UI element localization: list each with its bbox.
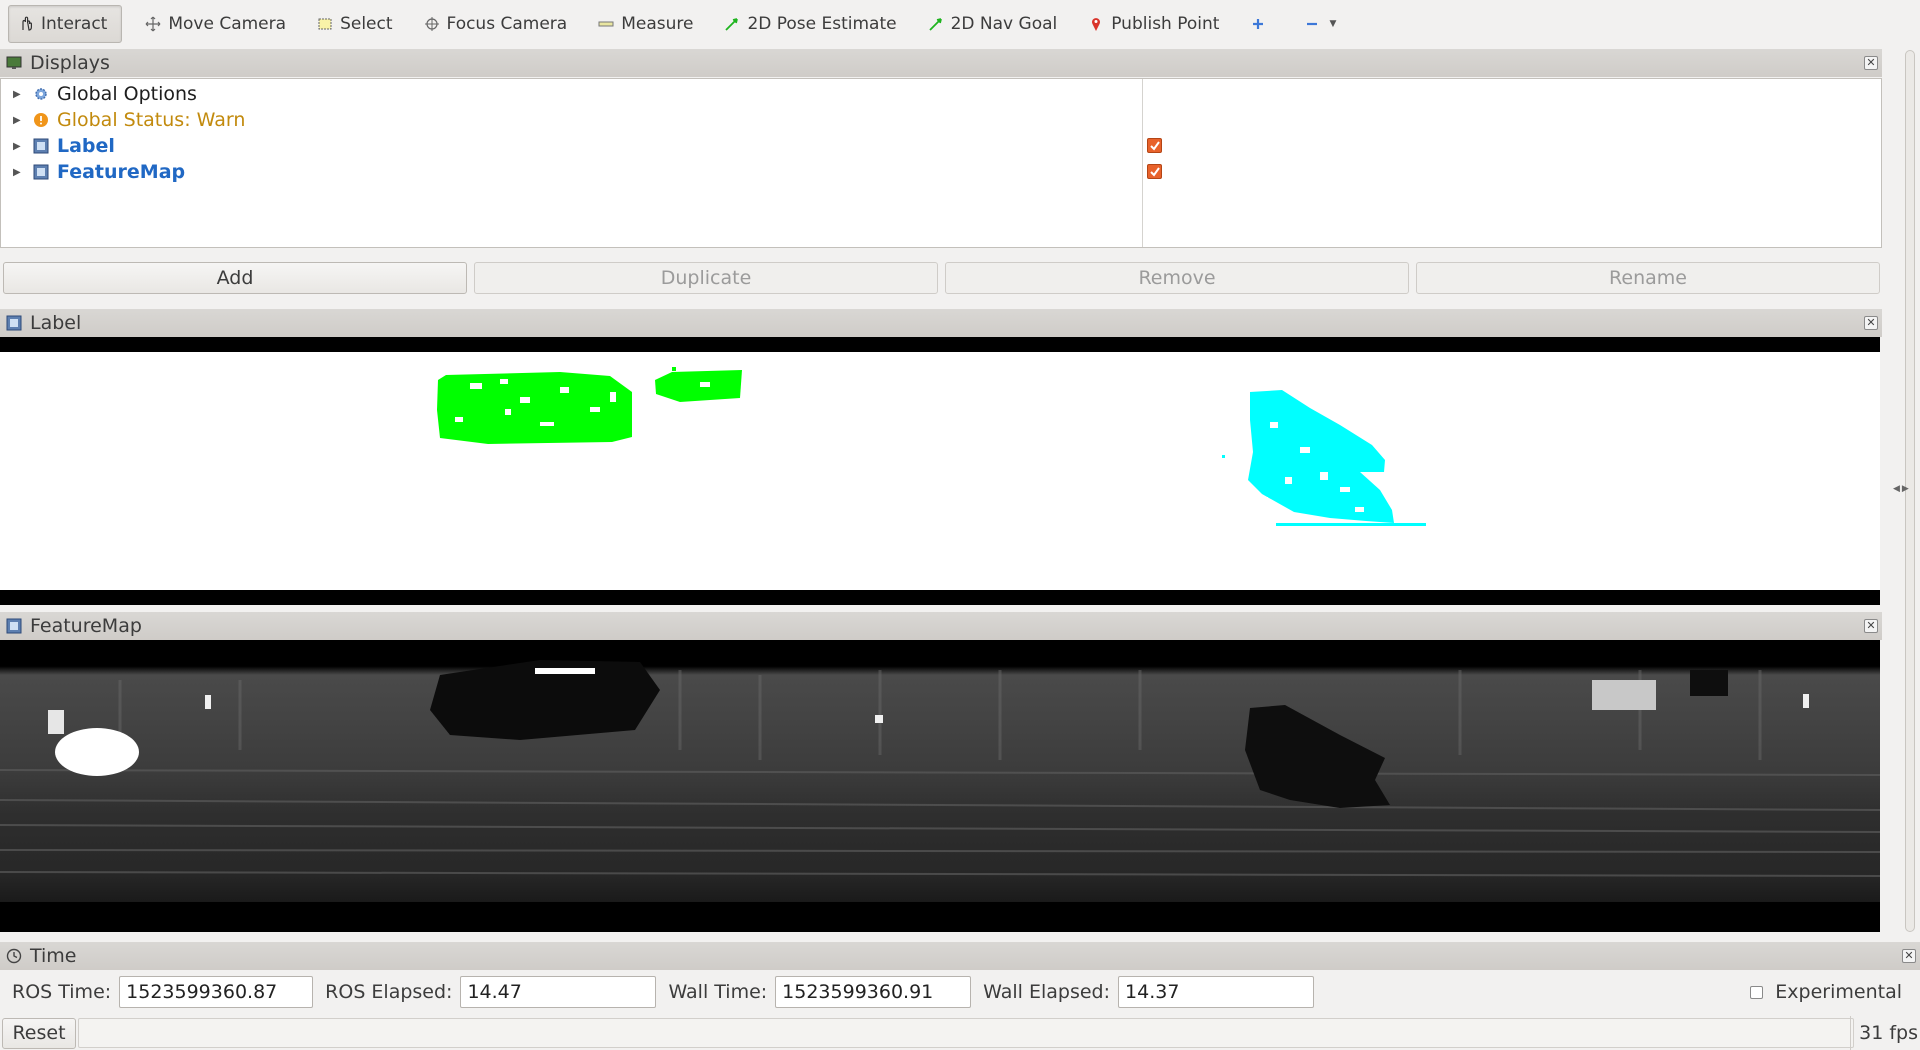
select-tool[interactable]: Select [308, 5, 400, 43]
tree-item-label: Label [57, 135, 115, 157]
pose-estimate-label: 2D Pose Estimate [747, 14, 897, 34]
collapse-arrows-icon[interactable]: ◀▶ [1893, 484, 1911, 494]
tree-item-label-display[interactable]: ▶ Label [1, 133, 115, 159]
label-enabled-checkbox[interactable] [1147, 138, 1162, 153]
nav-goal-tool[interactable]: 2D Nav Goal [919, 5, 1066, 43]
wall-time-label: Wall Time: [668, 981, 768, 1003]
experimental-toggle[interactable]: Experimental [1750, 972, 1902, 1012]
green-arrow-icon [927, 15, 945, 33]
close-icon[interactable]: ✕ [1902, 949, 1916, 963]
focus-target-icon [423, 15, 441, 33]
expand-arrow-icon[interactable]: ▶ [13, 89, 23, 100]
bright-blob [55, 728, 139, 776]
select-label: Select [340, 14, 393, 34]
featuremap-grayscale-image [0, 640, 1880, 932]
measure-label: Measure [621, 14, 694, 34]
wall-time-field[interactable] [775, 976, 972, 1008]
time-panel-title: Time [30, 945, 77, 967]
focus-camera-label: Focus Camera [446, 14, 568, 34]
displays-tree: ▶ Global Options ▶ Global Status: Warn ▶… [0, 78, 1882, 248]
plus-icon [1249, 15, 1267, 33]
pedestrian-segment [1222, 390, 1426, 526]
displays-title: Displays [30, 52, 110, 74]
tree-column-divider[interactable] [1142, 79, 1143, 247]
image-display-icon [6, 315, 22, 331]
clock-icon [6, 948, 22, 964]
featuremap-enabled-checkbox[interactable] [1147, 164, 1162, 179]
displays-panel-header: Displays ✕ [0, 49, 1882, 77]
car-segment [437, 367, 742, 444]
expand-arrow-icon[interactable]: ▶ [13, 141, 23, 152]
ruler-icon [597, 15, 615, 33]
nav-goal-label: 2D Nav Goal [950, 14, 1058, 34]
time-fields-row: ROS Time: ROS Elapsed: Wall Time: Wall E… [0, 972, 1920, 1012]
interact-tool[interactable]: Interact [8, 5, 123, 43]
gear-icon [33, 86, 49, 102]
close-icon[interactable]: ✕ [1864, 619, 1878, 633]
tree-item-global-options[interactable]: ▶ Global Options [1, 81, 197, 107]
featuremap-panel-header: FeatureMap ✕ [0, 612, 1882, 640]
close-icon[interactable]: ✕ [1864, 56, 1878, 70]
remove-button[interactable]: Remove [945, 262, 1409, 294]
ros-time-label: ROS Time: [12, 981, 112, 1003]
tree-item-label: FeatureMap [57, 161, 186, 183]
minus-icon [1303, 15, 1321, 33]
tree-item-label: Global Options [57, 83, 197, 105]
ros-elapsed-label: ROS Elapsed: [325, 981, 453, 1003]
letterbox-bar [0, 590, 1880, 605]
experimental-label: Experimental [1775, 981, 1902, 1003]
status-bar: Reset 31 fps [0, 1016, 1920, 1050]
label-panel-title: Label [30, 312, 82, 334]
expand-arrow-icon[interactable]: ▶ [13, 115, 23, 126]
fps-readout: 31 fps [1850, 1016, 1918, 1050]
label-image-view[interactable] [0, 337, 1880, 605]
wall-elapsed-field[interactable] [1118, 976, 1315, 1008]
tree-item-featuremap-display[interactable]: ▶ FeatureMap [1, 159, 185, 185]
rename-button[interactable]: Rename [1416, 262, 1880, 294]
interact-label: Interact [41, 14, 108, 34]
publish-point-label: Publish Point [1111, 14, 1220, 34]
monitor-icon [6, 55, 22, 71]
focus-camera-tool[interactable]: Focus Camera [415, 5, 576, 43]
add-button[interactable]: Add [3, 262, 467, 294]
image-display-icon [6, 618, 22, 634]
label-segmentation-image [437, 367, 1426, 526]
publish-point-tool[interactable]: Publish Point [1079, 5, 1227, 43]
ros-elapsed-field[interactable] [460, 976, 657, 1008]
add-tool-button[interactable] [1241, 5, 1281, 43]
image-display-icon [33, 164, 49, 180]
featuremap-panel-title: FeatureMap [30, 615, 142, 637]
tree-item-global-status[interactable]: ▶ Global Status: Warn [1, 107, 245, 133]
image-display-icon [33, 138, 49, 154]
ros-time-field[interactable] [119, 976, 314, 1008]
featuremap-image-view[interactable] [0, 640, 1880, 932]
toolbar: Interact Move Camera Select Focus Camera… [0, 0, 1920, 48]
move-camera-label: Move Camera [168, 14, 287, 34]
pose-estimate-tool[interactable]: 2D Pose Estimate [715, 5, 904, 43]
chevron-down-icon: ▼ [1329, 19, 1337, 29]
label-panel-header: Label ✕ [0, 309, 1882, 337]
close-icon[interactable]: ✕ [1864, 316, 1878, 330]
map-pin-icon [1087, 15, 1105, 33]
move-camera-icon [144, 15, 162, 33]
tree-item-label: Global Status: Warn [57, 109, 246, 131]
time-panel-header: Time ✕ [0, 942, 1920, 970]
measure-tool[interactable]: Measure [589, 5, 701, 43]
remove-tool-button[interactable]: ▼ [1295, 5, 1344, 43]
hand-pointer-icon [17, 15, 35, 33]
expand-arrow-icon[interactable]: ▶ [13, 167, 23, 178]
move-camera-tool[interactable]: Move Camera [136, 5, 294, 43]
wall-elapsed-label: Wall Elapsed: [983, 981, 1111, 1003]
duplicate-button[interactable]: Duplicate [474, 262, 938, 294]
experimental-checkbox[interactable] [1750, 985, 1764, 999]
reset-button[interactable]: Reset [2, 1017, 76, 1049]
warning-icon [33, 112, 49, 128]
displays-button-row: Add Duplicate Remove Rename [0, 262, 1882, 296]
green-arrow-icon [723, 15, 741, 33]
select-rectangle-icon [316, 15, 334, 33]
status-message-field [78, 1018, 1854, 1048]
